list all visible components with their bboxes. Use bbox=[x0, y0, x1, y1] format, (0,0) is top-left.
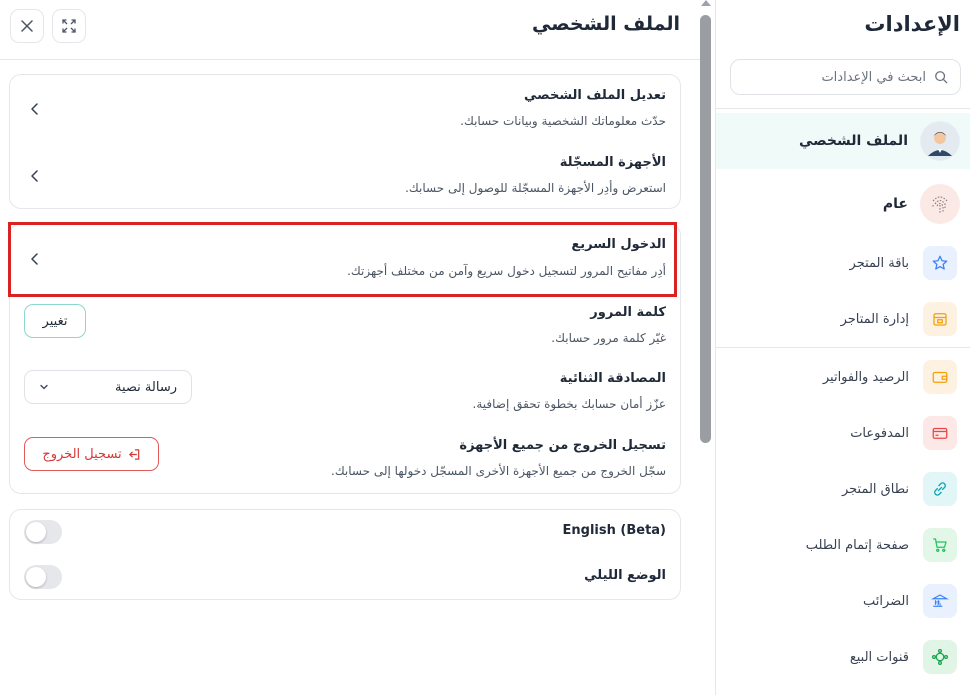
sidebar-divider bbox=[716, 347, 970, 348]
toggle-knob bbox=[26, 567, 46, 587]
two-factor-method-value: رسالة نصية bbox=[115, 379, 177, 395]
logout-all-desc: سجّل الخروج من جميع الأجهزة الأخرى المسج… bbox=[331, 464, 666, 478]
registered-devices-desc: استعرض وأدِر الأجهزة المسجّلة للوصول إلى… bbox=[405, 181, 666, 195]
edit-profile-title: تعديل الملف الشخصي bbox=[523, 88, 666, 103]
edit-profile-desc: حدّث معلوماتك الشخصية وبيانات حسابك. bbox=[460, 114, 666, 128]
logout-all-button[interactable]: تسجيل الخروج bbox=[24, 437, 159, 471]
star-icon bbox=[923, 246, 957, 280]
svg-text:%: % bbox=[936, 601, 942, 608]
sidebar-item-profile[interactable]: الملف الشخصي bbox=[716, 113, 970, 169]
tax-bank-icon: % bbox=[923, 584, 957, 618]
sidebar-item-label: الضرائب bbox=[862, 593, 909, 609]
settings-search[interactable] bbox=[730, 59, 961, 95]
main-scrollbar[interactable] bbox=[700, 0, 712, 695]
cart-icon bbox=[923, 528, 957, 562]
sidebar-item-stores[interactable]: إدارة المتاجر bbox=[716, 291, 970, 347]
chevron-left-icon[interactable] bbox=[28, 169, 42, 183]
english-beta-label: English (Beta) bbox=[562, 523, 666, 538]
password-row: كلمة المرور غيّر كلمة مرور حسابك. تغيير bbox=[10, 297, 680, 363]
chevron-down-icon bbox=[40, 384, 48, 390]
logout-all-title: تسجيل الخروج من جميع الأجهزة bbox=[459, 438, 666, 453]
channels-icon bbox=[923, 640, 957, 674]
dark-mode-label: الوضع الليلي bbox=[584, 568, 666, 583]
preferences-card: English (Beta) الوضع الليلي bbox=[9, 509, 681, 600]
sidebar-item-domain[interactable]: نطاق المتجر bbox=[716, 461, 970, 517]
wallet-icon bbox=[923, 360, 957, 394]
two-factor-desc: عزّز أمان حسابك بخطوة تحقق إضافية. bbox=[472, 397, 666, 411]
search-icon bbox=[935, 71, 948, 84]
registered-devices-title: الأجهزة المسجّلة bbox=[559, 155, 666, 170]
password-desc: غيّر كلمة مرور حسابك. bbox=[551, 331, 666, 345]
change-password-button[interactable]: تغيير bbox=[24, 304, 86, 338]
sidebar-item-channels[interactable]: قنوات البيع bbox=[716, 629, 970, 685]
profile-card: تعديل الملف الشخصي حدّث معلوماتك الشخصية… bbox=[9, 74, 681, 209]
two-factor-row: المصادقة الثنائية عزّز أمان حسابك بخطوة … bbox=[10, 363, 680, 430]
close-icon bbox=[21, 20, 33, 32]
edit-profile-row[interactable]: تعديل الملف الشخصي حدّث معلوماتك الشخصية… bbox=[10, 75, 680, 143]
password-title: كلمة المرور bbox=[590, 305, 666, 320]
sidebar-item-label: نطاق المتجر bbox=[841, 481, 909, 497]
sidebar-item-store-plan[interactable]: باقة المتجر bbox=[716, 235, 970, 291]
user-avatar-icon bbox=[920, 121, 960, 161]
sidebar-item-label: باقة المتجر bbox=[849, 255, 909, 271]
close-button[interactable] bbox=[10, 9, 44, 43]
logout-icon bbox=[128, 448, 139, 460]
sidebar-item-label: إدارة المتاجر bbox=[840, 311, 909, 327]
search-input[interactable] bbox=[746, 69, 926, 85]
sidebar-item-label: قنوات البيع bbox=[849, 649, 909, 665]
dark-mode-row: الوضع الليلي bbox=[10, 555, 680, 601]
fingerprint-icon bbox=[920, 184, 960, 224]
link-icon bbox=[923, 472, 957, 506]
sidebar-item-label: المدفوعات bbox=[850, 425, 909, 441]
store-icon bbox=[923, 302, 957, 336]
highlight-box bbox=[8, 222, 677, 297]
scroll-up-arrow-icon[interactable] bbox=[701, 0, 711, 6]
registered-devices-row[interactable]: الأجهزة المسجّلة استعرض وأدِر الأجهزة ال… bbox=[10, 143, 680, 210]
page-title: الملف الشخصي bbox=[531, 13, 680, 35]
credit-card-icon bbox=[923, 416, 957, 450]
sidebar-item-checkout[interactable]: صفحة إتمام الطلب bbox=[716, 517, 970, 573]
scroll-thumb[interactable] bbox=[700, 15, 711, 443]
expand-button[interactable] bbox=[52, 9, 86, 43]
logout-all-label: تسجيل الخروج bbox=[42, 446, 122, 462]
sidebar-item-payments[interactable]: المدفوعات bbox=[716, 405, 970, 461]
chevron-left-icon[interactable] bbox=[28, 102, 42, 116]
sidebar-item-label: صفحة إتمام الطلب bbox=[805, 537, 909, 553]
sidebar-item-general[interactable]: عام bbox=[716, 176, 970, 232]
settings-sidebar: الإعدادات الملف الشخصي bbox=[715, 0, 970, 695]
panel-header: الملف الشخصي bbox=[0, 0, 700, 60]
sidebar-item-label: عام bbox=[882, 196, 908, 212]
english-beta-toggle[interactable] bbox=[24, 520, 62, 544]
sidebar-divider bbox=[716, 108, 970, 109]
two-factor-title: المصادقة الثنائية bbox=[559, 371, 666, 386]
english-beta-row: English (Beta) bbox=[10, 510, 680, 555]
sidebar-item-taxes[interactable]: % الضرائب bbox=[716, 573, 970, 629]
sidebar-item-balance[interactable]: الرصيد والفواتير bbox=[716, 349, 970, 405]
dark-mode-toggle[interactable] bbox=[24, 565, 62, 589]
sidebar-title: الإعدادات bbox=[864, 12, 960, 36]
sidebar-item-label: الملف الشخصي bbox=[798, 133, 908, 149]
sidebar-item-label: الرصيد والفواتير bbox=[822, 369, 909, 385]
two-factor-method-select[interactable]: رسالة نصية bbox=[24, 370, 192, 404]
logout-all-row: تسجيل الخروج من جميع الأجهزة سجّل الخروج… bbox=[10, 430, 680, 495]
toggle-knob bbox=[26, 522, 46, 542]
expand-icon bbox=[62, 19, 76, 33]
